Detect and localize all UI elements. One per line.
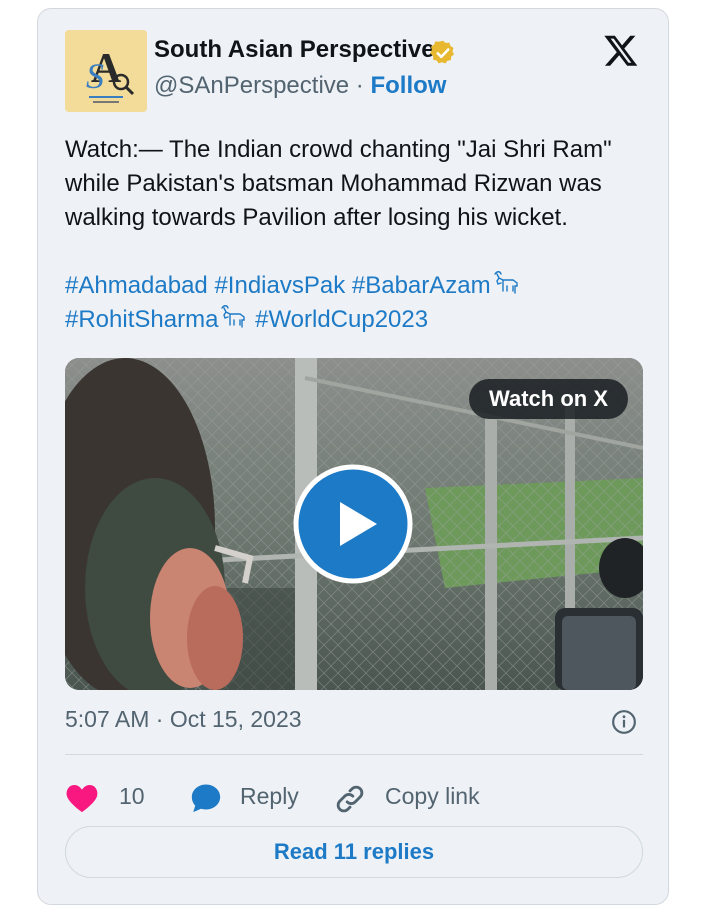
- hashtag-link[interactable]: #BabarAzam: [352, 272, 491, 299]
- hashtag-link[interactable]: #RohitSharma: [65, 306, 218, 333]
- reply-button[interactable]: Reply: [240, 783, 299, 810]
- read-replies-button[interactable]: Read 11 replies: [65, 826, 643, 878]
- logo-icon: A S: [65, 30, 147, 112]
- goat-emoji-icon: [493, 271, 518, 294]
- hashtag-link[interactable]: #Ahmadabad: [65, 272, 208, 299]
- video-thumbnail[interactable]: Watch on X: [65, 358, 643, 690]
- tweet-card: A S South Asian Perspective @SAnPerspect…: [37, 8, 669, 905]
- goat-emoji-icon: [221, 305, 246, 328]
- svg-text:S: S: [86, 56, 104, 96]
- follow-button[interactable]: Follow: [370, 72, 446, 99]
- copy-link-button[interactable]: Copy link: [385, 783, 480, 810]
- link-icon[interactable]: [333, 782, 367, 816]
- author-handle[interactable]: @SAnPerspective: [154, 72, 349, 99]
- reply-icon[interactable]: [189, 781, 223, 815]
- separator: ·: [155, 706, 164, 732]
- hashtag-link[interactable]: #IndiavsPak: [214, 272, 345, 299]
- watch-on-x-button[interactable]: Watch on X: [469, 379, 628, 419]
- divider: [65, 754, 643, 755]
- x-logo-icon[interactable]: [602, 32, 640, 68]
- tweet-time: 5:07 AM: [65, 706, 150, 732]
- heart-icon[interactable]: [65, 782, 99, 814]
- action-bar: 10 Reply Copy link: [65, 774, 643, 814]
- handle-row: @SAnPerspective · Follow: [154, 72, 446, 100]
- tweet-date: Oct 15, 2023: [169, 706, 302, 732]
- like-count[interactable]: 10: [119, 783, 145, 810]
- hashtag-link[interactable]: #WorldCup2023: [255, 306, 428, 333]
- hashtags: #Ahmadabad #IndiavsPak #BabarAzam #Rohit…: [65, 269, 655, 337]
- play-icon[interactable]: [293, 464, 413, 584]
- info-icon[interactable]: [611, 709, 637, 735]
- verified-badge-icon: [430, 40, 454, 64]
- author-name[interactable]: South Asian Perspective: [154, 36, 435, 64]
- avatar[interactable]: A S: [65, 30, 147, 112]
- separator: ·: [355, 72, 364, 99]
- timestamp[interactable]: 5:07 AM · Oct 15, 2023: [65, 706, 302, 733]
- tweet-text: Watch:— The Indian crowd chanting "Jai S…: [65, 136, 612, 231]
